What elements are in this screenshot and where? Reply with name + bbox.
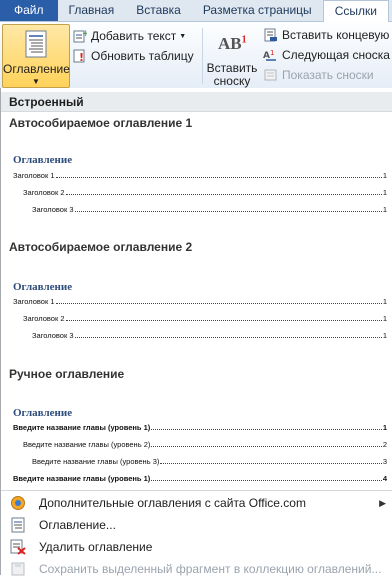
show-notes-icon [263, 67, 279, 83]
toc-preview-line: Введите название главы (уровень 2) 2 [23, 440, 387, 449]
tab-file[interactable]: Файл [0, 0, 58, 21]
show-notes-button[interactable]: Показать сноски [263, 65, 374, 85]
remove-toc-icon [10, 539, 26, 555]
tab-references[interactable]: Ссылки [322, 0, 389, 22]
toc-button-label: Оглавление [3, 62, 70, 76]
add-text-icon: + [72, 28, 88, 44]
toc-gallery-dropdown: Встроенный Автособираемое оглавление 1 О… [0, 88, 392, 576]
toc-preview-line: Заголовок 21 [23, 188, 387, 197]
toc-preview-heading: Оглавление [13, 281, 73, 293]
insert-footnote-label-2: сноску [213, 74, 251, 88]
next-footnote-icon: A1 [263, 47, 279, 63]
insert-endnote-label: Вставить концевую с [282, 28, 392, 42]
tab-page-layout[interactable]: Разметка страницы [192, 0, 323, 21]
show-notes-label: Показать сноски [282, 68, 374, 82]
ribbon: Оглавление ▼ + Добавить текст ▼ ! Обнови… [0, 22, 392, 89]
chevron-down-icon: ▼ [179, 32, 187, 40]
toc-preview-line: Введите название главы (уровень 1) 1 [13, 423, 387, 432]
next-footnote-label: Следующая сноска [282, 48, 390, 62]
svg-text:+: + [82, 29, 87, 39]
toc-preview-line: Заголовок 31 [32, 205, 387, 214]
toc-preview-line: Введите название главы (уровень 3) 3 [32, 457, 387, 466]
insert-endnote-icon [263, 27, 279, 43]
toc-button[interactable]: Оглавление ▼ [2, 24, 70, 88]
save-selection-menu-item[interactable]: Сохранить выделенный фрагмент в коллекци… [1, 558, 392, 580]
tab-insert[interactable]: Вставка [125, 0, 192, 21]
toc-preview-line: Введите название главы (уровень 1) 4 [13, 474, 387, 483]
svg-text:1: 1 [270, 49, 274, 57]
save-selection-label: Сохранить выделенный фрагмент в коллекци… [39, 562, 382, 576]
toc-dialog-label: Оглавление... [39, 518, 116, 532]
toc-dialog-menu-item[interactable]: Оглавление... [1, 514, 392, 536]
toc-document-icon [10, 517, 26, 533]
add-text-button[interactable]: + Добавить текст ▼ [72, 26, 186, 46]
gallery-item-title: Автособираемое оглавление 2 [9, 240, 193, 254]
toc-document-icon [25, 30, 47, 58]
office-online-icon [10, 495, 26, 511]
update-table-icon: ! [72, 48, 88, 64]
toc-preview-heading: Оглавление [13, 407, 73, 419]
toc-preview-line: Заголовок 21 [23, 314, 387, 323]
insert-endnote-button[interactable]: Вставить концевую с [263, 25, 392, 45]
toc-preview-line: Заголовок 11 [13, 297, 387, 306]
insert-footnote-button[interactable]: AB1 Вставить сноску [204, 24, 260, 88]
update-table-button[interactable]: ! Обновить таблицу [72, 46, 194, 66]
update-table-label: Обновить таблицу [91, 49, 194, 63]
next-footnote-button[interactable]: A1 Следующая сноска ▼ [263, 45, 392, 65]
add-text-label: Добавить текст [91, 29, 177, 43]
remove-toc-menu-item[interactable]: Удалить оглавление [1, 536, 392, 558]
ribbon-tab-bar: Файл Главная Вставка Разметка страницы С… [0, 0, 392, 22]
gallery-item-title: Автособираемое оглавление 1 [9, 116, 193, 130]
remove-toc-label: Удалить оглавление [39, 540, 153, 554]
footnote-icon: AB1 [218, 34, 247, 53]
menu-divider [1, 490, 392, 491]
toc-preview-line: Заголовок 11 [13, 171, 387, 180]
gallery-item-title: Ручное оглавление [9, 367, 125, 381]
submenu-arrow-icon: ▶ [379, 497, 386, 508]
toc-preview-heading: Оглавление [13, 154, 73, 166]
svg-text:!: ! [79, 51, 84, 63]
toc-preview-line: Заголовок 31 [32, 331, 387, 340]
tab-home[interactable]: Главная [58, 0, 126, 21]
more-tocs-office-menu-item[interactable]: Дополнительные оглавления с сайта Office… [1, 492, 392, 514]
gallery-section-header: Встроенный [1, 92, 392, 112]
group-separator [202, 28, 203, 84]
more-tocs-label: Дополнительные оглавления с сайта Office… [39, 496, 306, 510]
chevron-down-icon: ▼ [32, 77, 40, 86]
